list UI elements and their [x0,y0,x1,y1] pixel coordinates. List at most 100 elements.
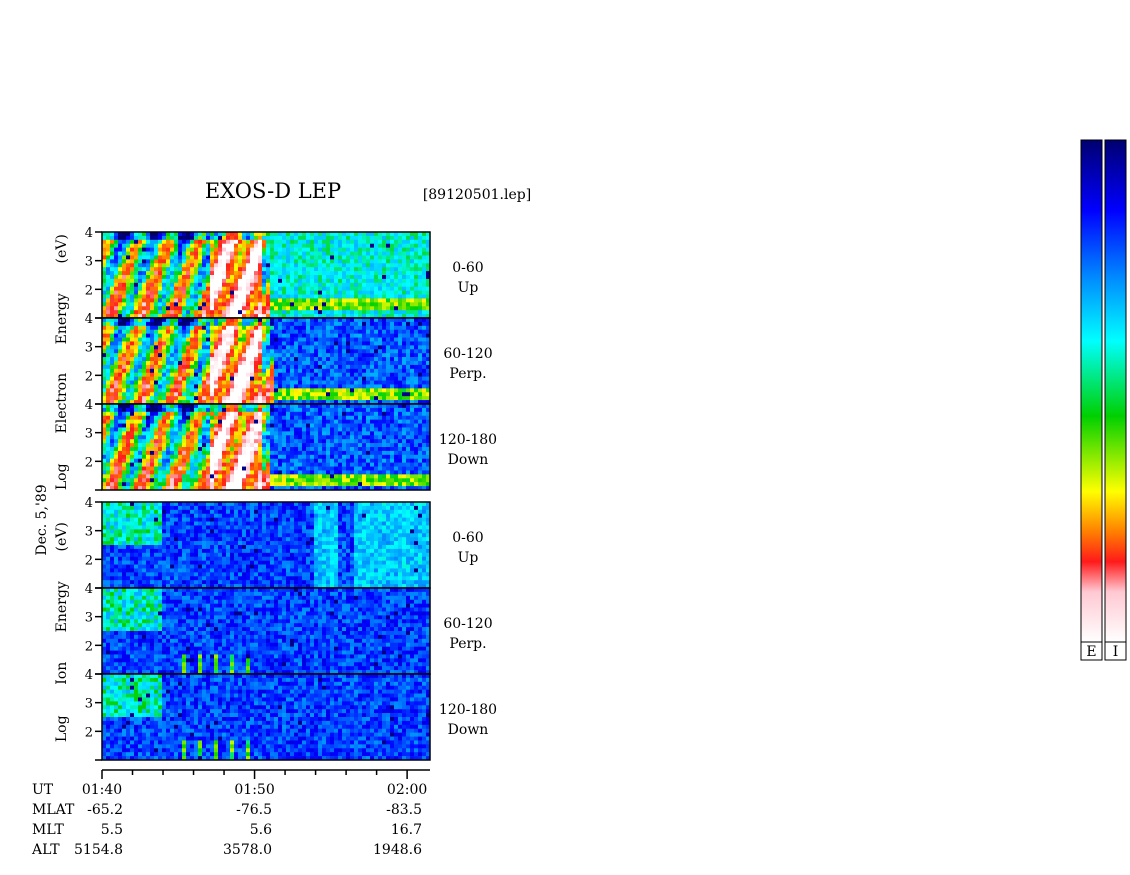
group-ylabels: LogElectronEnergy(eV)LogIonEnergy(eV) [54,234,70,742]
heatmap-cell [182,263,187,268]
heatmap-cell [110,321,115,327]
heatmap-cell [186,271,191,276]
heatmap-cell [306,349,311,354]
heatmap-cell [158,341,163,346]
heatmap-cell [342,388,347,393]
heatmap-cell [270,388,275,393]
heatmap-cell [246,392,251,397]
heatmap-cell [422,349,427,354]
heatmap-cell [366,353,371,358]
heatmap-cell [338,364,343,370]
heatmap-cell [250,361,255,366]
heatmap-cell [242,255,247,260]
heatmap-cell [290,466,295,471]
heatmap-cell [378,294,383,299]
heatmap-cell [270,337,275,342]
heatmap-cell [230,454,235,460]
heatmap-cell [246,259,251,264]
heatmap-cell [414,380,419,385]
heatmap-cell [174,329,179,334]
heatmap-cell [294,384,299,389]
heatmap-cell [178,450,183,456]
heatmap-cell [118,357,123,362]
heatmap-cell [202,282,207,288]
group-ylabel-part: Electron [54,373,70,434]
heatmap-cell [378,364,383,370]
heatmap-cell [194,263,199,268]
heatmap-cell [274,286,279,291]
heatmap-cell [354,333,359,338]
heatmap-cell [294,474,299,479]
heatmap-cell [322,298,327,303]
heatmap-cell [334,439,339,444]
heatmap-cell [254,443,259,448]
heatmap-cell [370,353,375,358]
heatmap-cell [158,435,163,440]
heatmap-cell [342,333,347,338]
heatmap-cell [326,458,331,463]
heatmap-cell [246,247,251,252]
heatmap-cell [342,298,347,303]
heatmap-cell [198,435,203,440]
heatmap-cell [218,423,223,428]
heatmap-cell [114,255,119,260]
heatmap-cell [134,419,139,424]
heatmap-cell [358,372,363,377]
heatmap-cell [150,462,155,467]
heatmap-cell [146,392,151,397]
heatmap-cell [174,364,179,370]
heatmap-cell [334,275,339,280]
heatmap-cell [150,458,155,463]
heatmap-cell [146,345,151,350]
heatmap-cell [330,368,335,374]
heatmap-cell [226,380,231,385]
heatmap-cell [122,466,127,471]
heatmap-cell [198,294,203,299]
heatmap-cell [298,282,303,288]
heatmap-cell [262,263,267,268]
heatmap-cell [390,341,395,346]
heatmap-cell [110,380,115,385]
heatmap-cell [282,443,287,448]
heatmap-cell [210,392,215,397]
heatmap-cell [418,364,423,370]
heatmap-cell [362,278,367,284]
heatmap-cell [262,376,267,381]
heatmap-cell [198,275,203,280]
heatmap-cell [270,431,275,436]
heatmap-cell [190,290,195,295]
heatmap-cell [278,478,283,483]
heatmap-cell [394,267,399,272]
heatmap-cell [118,419,123,424]
heatmap-cell [174,353,179,358]
heatmap-cell [214,380,219,385]
heatmap-cell [210,321,215,327]
heatmap-cell [222,466,227,471]
heatmap-cell [130,271,135,276]
heatmap-cell [114,286,119,291]
heatmap-cell [206,450,211,456]
heatmap-cell [302,263,307,268]
heatmap-cell [218,447,223,452]
heatmap-cell [114,267,119,272]
heatmap-cell [314,454,319,460]
heatmap-cell [274,282,279,288]
heatmap-cell [274,474,279,479]
heatmap-cell [366,247,371,252]
heatmap-cell [338,439,343,444]
heatmap-cell [238,243,243,248]
heatmap-cell [298,353,303,358]
heatmap-cell [186,380,191,385]
heatmap-cell [190,294,195,299]
heatmap-cell [282,306,287,311]
heatmap-cell [346,267,351,272]
heatmap-cell [118,255,123,260]
heatmap-cell [110,470,115,475]
heatmap-cell [322,255,327,260]
heatmap-cell [322,321,327,327]
heatmap-cell [178,282,183,288]
heatmap-cell [282,278,287,284]
heatmap-cell [246,384,251,389]
heatmap-cell [190,361,195,366]
heatmap-cell [366,278,371,284]
